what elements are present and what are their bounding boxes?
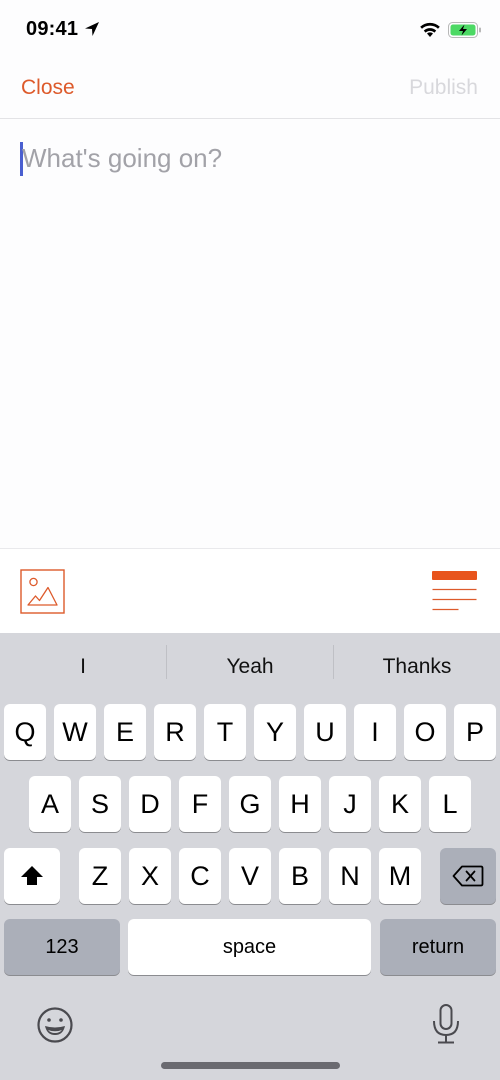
composer-toolbar xyxy=(0,548,500,633)
key-q[interactable]: Q xyxy=(4,704,46,760)
key-n[interactable]: N xyxy=(329,848,371,904)
key-s[interactable]: S xyxy=(79,776,121,832)
microphone-icon[interactable] xyxy=(432,1004,460,1046)
status-bar: 09:41 xyxy=(0,0,500,60)
wifi-icon xyxy=(420,22,440,37)
delete-key[interactable] xyxy=(440,848,496,904)
key-y[interactable]: Y xyxy=(254,704,296,760)
key-u[interactable]: U xyxy=(304,704,346,760)
status-time: 09:41 xyxy=(26,18,79,40)
key-c[interactable]: C xyxy=(179,848,221,904)
return-key[interactable]: return xyxy=(380,919,496,975)
key-x[interactable]: X xyxy=(129,848,171,904)
key-b[interactable]: B xyxy=(279,848,321,904)
key-l[interactable]: L xyxy=(429,776,471,832)
suggestion-item[interactable]: Yeah xyxy=(167,633,333,699)
key-h[interactable]: H xyxy=(279,776,321,832)
key-z[interactable]: Z xyxy=(79,848,121,904)
keyboard: I Yeah Thanks Q W E R T Y U I O P A S D … xyxy=(0,633,500,1080)
emoji-icon[interactable] xyxy=(36,1006,74,1044)
key-i[interactable]: I xyxy=(354,704,396,760)
image-icon[interactable] xyxy=(20,569,65,614)
key-o[interactable]: O xyxy=(404,704,446,760)
shift-key[interactable] xyxy=(4,848,60,904)
close-button[interactable]: Close xyxy=(21,76,75,100)
post-composer[interactable]: What's going on? xyxy=(0,120,500,548)
key-r[interactable]: R xyxy=(154,704,196,760)
delete-icon xyxy=(452,865,484,887)
key-v[interactable]: V xyxy=(229,848,271,904)
suggestion-item[interactable]: I xyxy=(0,633,166,699)
key-j[interactable]: J xyxy=(329,776,371,832)
key-m[interactable]: M xyxy=(379,848,421,904)
home-indicator xyxy=(161,1062,340,1069)
key-d[interactable]: D xyxy=(129,776,171,832)
battery-charging-icon xyxy=(448,22,481,38)
nav-bar: Close Publish xyxy=(0,60,500,119)
space-key[interactable]: space xyxy=(128,919,371,975)
key-k[interactable]: K xyxy=(379,776,421,832)
key-w[interactable]: W xyxy=(54,704,96,760)
location-arrow-icon xyxy=(85,22,99,36)
numbers-key[interactable]: 123 xyxy=(4,919,120,975)
predictive-bar: I Yeah Thanks xyxy=(0,633,500,699)
suggestion-item[interactable]: Thanks xyxy=(334,633,500,699)
shift-icon xyxy=(21,866,43,885)
publish-button[interactable]: Publish xyxy=(409,76,478,100)
key-g[interactable]: G xyxy=(229,776,271,832)
key-t[interactable]: T xyxy=(204,704,246,760)
composer-placeholder: What's going on? xyxy=(22,143,223,173)
text-format-icon[interactable] xyxy=(431,571,478,613)
key-f[interactable]: F xyxy=(179,776,221,832)
key-a[interactable]: A xyxy=(29,776,71,832)
key-e[interactable]: E xyxy=(104,704,146,760)
key-p[interactable]: P xyxy=(454,704,496,760)
